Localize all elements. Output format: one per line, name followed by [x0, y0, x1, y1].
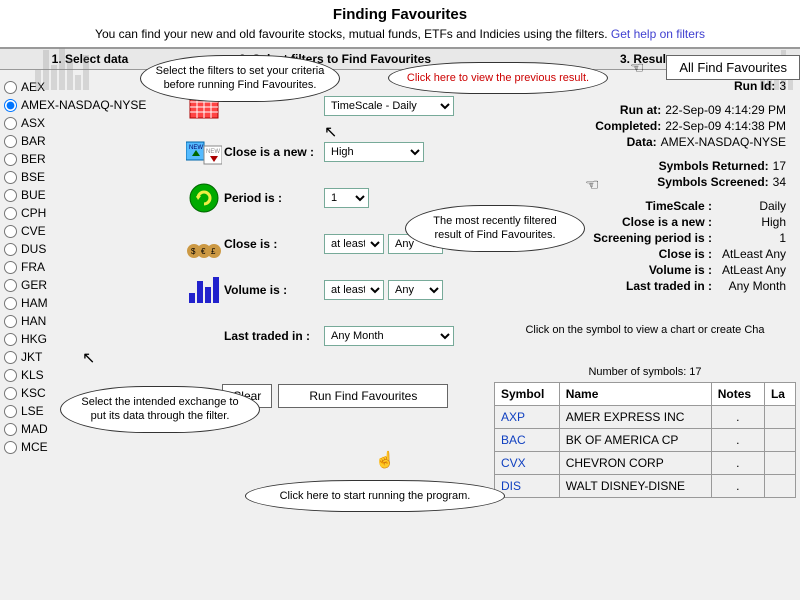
- symbols-table: Symbol Name Notes La AXPAMER EXPRESS INC…: [494, 382, 796, 498]
- exchange-radio-bue[interactable]: BUE: [4, 186, 176, 204]
- table-row: AXPAMER EXPRESS INC.: [495, 406, 796, 429]
- exchange-radio-ber[interactable]: BER: [4, 150, 176, 168]
- symbol-link[interactable]: BAC: [501, 433, 526, 447]
- svg-text:$: $: [191, 247, 196, 256]
- table-instruction: Click on the symbol to view a chart or c…: [494, 324, 796, 336]
- volume-val-select[interactable]: Any: [388, 280, 443, 300]
- page-header: Finding Favourites You can find your new…: [0, 0, 800, 48]
- svg-text:€: €: [201, 247, 206, 256]
- exchange-radio-ger[interactable]: GER: [4, 276, 176, 294]
- exchange-radio-cph[interactable]: CPH: [4, 204, 176, 222]
- exchange-radio-mce[interactable]: MCE: [4, 438, 176, 456]
- svg-text:NEW: NEW: [206, 149, 220, 155]
- exchange-radio-hkg[interactable]: HKG: [4, 330, 176, 348]
- refresh-icon: [184, 180, 224, 216]
- close-is-label: Close is :: [224, 237, 324, 251]
- money-bags-icon: $ € £: [184, 226, 224, 262]
- svg-text:£: £: [211, 247, 216, 256]
- bar-chart-icon: [184, 272, 224, 308]
- close-new-select[interactable]: High: [324, 142, 424, 162]
- callout-previous-result: Click here to view the previous result.: [388, 62, 608, 94]
- last-traded-select[interactable]: Any Month: [324, 326, 454, 346]
- last-traded-label: Last traded in :: [224, 329, 324, 343]
- close-new-label: Close is a new :: [224, 145, 324, 159]
- close-cmp-select[interactable]: at least: [324, 234, 384, 254]
- period-select[interactable]: 1: [324, 188, 369, 208]
- filters-panel: TimeScale - Daily NEWNEW Close is a new …: [180, 70, 490, 550]
- symbol-link[interactable]: DIS: [501, 479, 521, 493]
- result-panel: Run Id:3 Run at:22-Sep-09 4:14:29 PM Com…: [490, 70, 800, 550]
- run-button[interactable]: Run Find Favourites: [278, 384, 448, 408]
- table-row: DISWALT DISNEY-DISNE.: [495, 475, 796, 498]
- exchange-radio-kls[interactable]: KLS: [4, 366, 176, 384]
- symbol-link[interactable]: AXP: [501, 410, 525, 424]
- table-count: Number of symbols: 17: [494, 366, 796, 378]
- exchange-radio-ham[interactable]: HAM: [4, 294, 176, 312]
- callout-filters: Select the filters to set your criteria …: [140, 55, 340, 102]
- exchange-radio-fra[interactable]: FRA: [4, 258, 176, 276]
- callout-run: Click here to start running the program.: [245, 480, 505, 512]
- exchange-radio-jkt[interactable]: JKT: [4, 348, 176, 366]
- callout-recent-result: The most recently filtered result of Fin…: [405, 205, 585, 252]
- high-low-icon: NEWNEW: [184, 134, 224, 170]
- exchange-list: AEXAMEX-NASDAQ-NYSEASXBARBERBSEBUECPHCVE…: [0, 70, 180, 550]
- exchange-radio-dus[interactable]: DUS: [4, 240, 176, 258]
- volume-cmp-select[interactable]: at least: [324, 280, 384, 300]
- table-row: CVXCHEVRON CORP.: [495, 452, 796, 475]
- page-subtitle: You can find your new and old favourite …: [0, 25, 800, 43]
- exchange-radio-bse[interactable]: BSE: [4, 168, 176, 186]
- exchange-radio-han[interactable]: HAN: [4, 312, 176, 330]
- exchange-radio-asx[interactable]: ASX: [4, 114, 176, 132]
- help-link[interactable]: Get help on filters: [611, 27, 705, 41]
- callout-exchange: Select the intended exchange to put its …: [60, 386, 260, 433]
- svg-text:NEW: NEW: [189, 145, 203, 151]
- symbol-link[interactable]: CVX: [501, 456, 526, 470]
- exchange-radio-bar[interactable]: BAR: [4, 132, 176, 150]
- volume-is-label: Volume is :: [224, 283, 324, 297]
- page-title: Finding Favourites: [0, 4, 800, 25]
- exchange-radio-cve[interactable]: CVE: [4, 222, 176, 240]
- table-row: BACBK OF AMERICA CP.: [495, 429, 796, 452]
- exchange-radio-amex-nasdaq-nyse[interactable]: AMEX-NASDAQ-NYSE: [4, 96, 176, 114]
- timescale-select[interactable]: TimeScale - Daily: [324, 96, 454, 116]
- period-label: Period is :: [224, 191, 324, 205]
